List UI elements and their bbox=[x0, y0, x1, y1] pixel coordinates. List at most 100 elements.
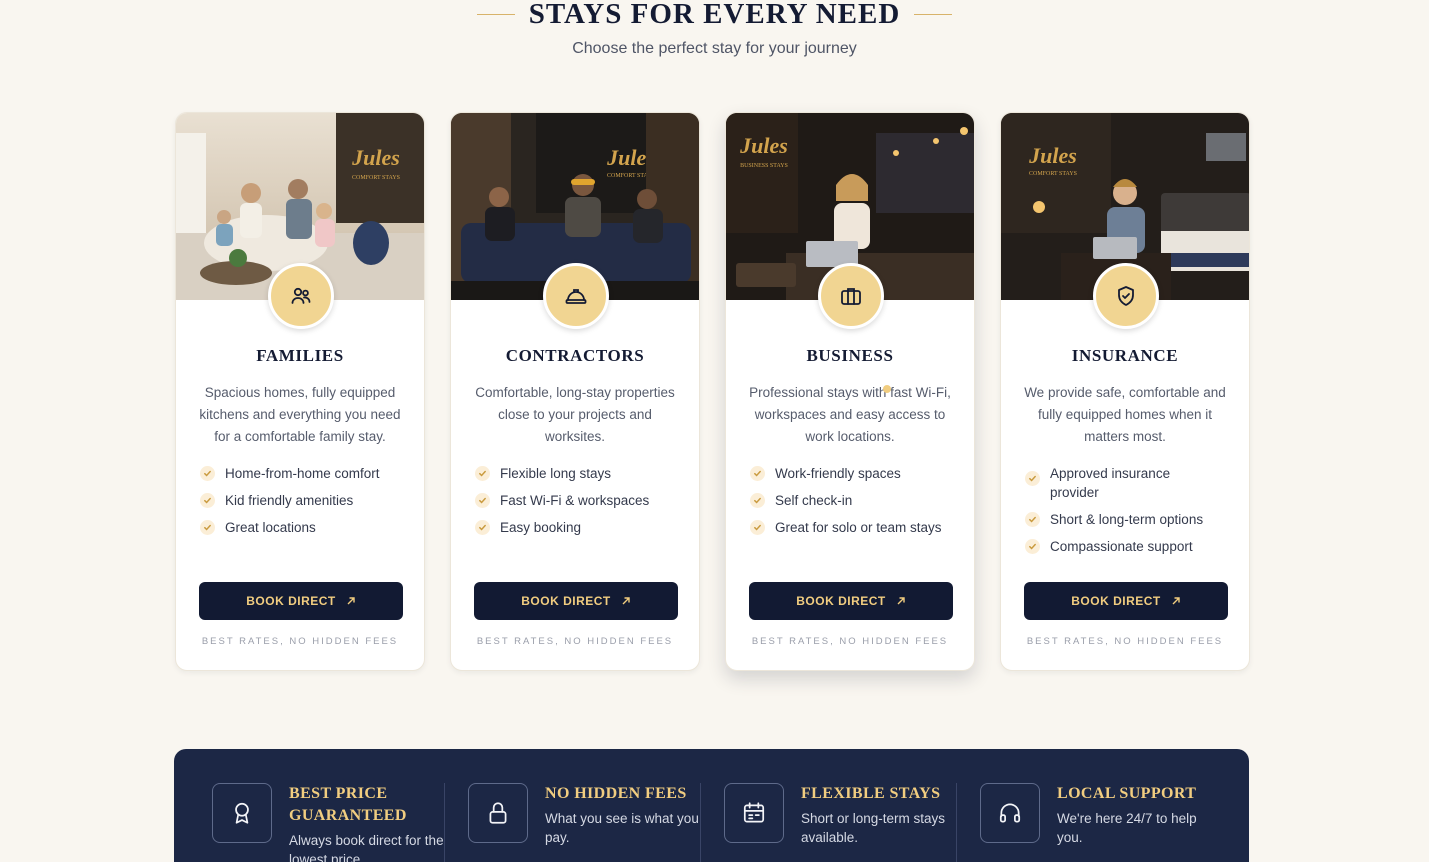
perk-text: FLEXIBLE STAYS Short or long-term stays … bbox=[801, 783, 961, 862]
feature-item: Approved insurance provider bbox=[1025, 464, 1227, 502]
check-icon bbox=[475, 520, 490, 535]
feature-label: Work-friendly spaces bbox=[775, 466, 901, 481]
business-body: BUSINESS Professional stays with fast Wi… bbox=[726, 300, 974, 537]
card-note: BEST RATES, NO HIDDEN FEES bbox=[201, 636, 399, 647]
svg-text:COMFORT STAYS: COMFORT STAYS bbox=[1029, 171, 1077, 177]
check-icon bbox=[475, 466, 490, 481]
feature-label: Home-from-home comfort bbox=[225, 466, 380, 481]
award-icon bbox=[235, 802, 249, 824]
feature-label: Flexible long stays bbox=[500, 466, 612, 481]
contractors-badge bbox=[543, 263, 609, 329]
hard-hat-icon bbox=[565, 289, 587, 304]
card-insurance: Jules COMFORT STAYS INSURANCE We provide… bbox=[1000, 112, 1250, 671]
svg-text:COMFORT STAYS: COMFORT STAYS bbox=[352, 175, 400, 181]
feature-label: Compassionate support bbox=[1050, 539, 1193, 554]
section-title: STAYS FOR EVERY NEED bbox=[528, 0, 901, 30]
check-icon bbox=[1025, 471, 1040, 486]
feature-item: Self check-in bbox=[750, 491, 952, 510]
feature-item: Home-from-home comfort bbox=[200, 464, 402, 483]
button-label: BOOK DIRECT bbox=[521, 594, 611, 608]
arrow-up-right-icon bbox=[1172, 597, 1180, 605]
perk-icon-box bbox=[724, 783, 784, 843]
svg-text:Jules: Jules bbox=[351, 145, 400, 170]
feature-label: Approved insurance provider bbox=[1050, 466, 1171, 500]
card-contractors: Jules COMFORT STAYS CONTRACTORS Comforta… bbox=[450, 112, 700, 671]
check-icon bbox=[475, 493, 490, 508]
card-note: BEST RATES, NO HIDDEN FEES bbox=[751, 636, 949, 647]
feature-item: Work-friendly spaces bbox=[750, 464, 952, 483]
book-direct-button[interactable]: BOOK DIRECT bbox=[474, 582, 678, 620]
feature-label: Fast Wi-Fi & workspaces bbox=[500, 493, 650, 508]
insurance-footer: BOOK DIRECT BEST RATES, NO HIDDEN FEES bbox=[1024, 582, 1228, 647]
stay-cards: Jules COMFORT STAYS FAMILIES Spacious ho… bbox=[175, 112, 1250, 671]
feature-item: Compassionate support bbox=[1025, 537, 1227, 556]
insurance-badge bbox=[1093, 263, 1159, 329]
feature-label: Kid friendly amenities bbox=[225, 493, 354, 508]
check-icon bbox=[1025, 512, 1040, 527]
check-icon bbox=[750, 493, 765, 508]
perk-title: NO HIDDEN FEES bbox=[545, 785, 687, 802]
button-label: BOOK DIRECT bbox=[246, 594, 336, 608]
cursor-dot bbox=[883, 385, 891, 393]
feature-label: Self check-in bbox=[775, 493, 853, 508]
svg-text:BUSINESS STAYS: BUSINESS STAYS bbox=[740, 163, 788, 169]
check-icon bbox=[200, 520, 215, 535]
families-badge bbox=[268, 263, 334, 329]
feature-list: Approved insurance provider Short & long… bbox=[1023, 464, 1227, 556]
calendar-icon bbox=[743, 802, 765, 823]
section-header: STAYS FOR EVERY NEED Choose the perfect … bbox=[0, 0, 1429, 58]
briefcase-icon bbox=[841, 288, 861, 305]
perk-text: LOCAL SUPPORT We're here 24/7 to help yo… bbox=[1057, 783, 1217, 862]
check-icon bbox=[200, 493, 215, 508]
perk-no-hidden-fees: NO HIDDEN FEES What you see is what you … bbox=[444, 783, 724, 862]
arrow-up-right-icon bbox=[897, 597, 905, 605]
headphones-icon bbox=[999, 803, 1021, 823]
button-label: BOOK DIRECT bbox=[1071, 594, 1161, 608]
insurance-body: INSURANCE We provide safe, comfortable a… bbox=[1001, 300, 1249, 556]
perk-text: NO HIDDEN FEES What you see is what you … bbox=[545, 783, 705, 862]
perk-icon-box bbox=[980, 783, 1040, 843]
book-direct-button[interactable]: BOOK DIRECT bbox=[199, 582, 403, 620]
families-footer: BOOK DIRECT BEST RATES, NO HIDDEN FEES bbox=[199, 582, 403, 647]
card-title: CONTRACTORS bbox=[505, 346, 645, 365]
feature-label: Easy booking bbox=[500, 520, 582, 535]
shield-check-icon bbox=[1118, 286, 1134, 306]
feature-item: Great for solo or team stays bbox=[750, 518, 952, 537]
feature-list: Flexible long stays Fast Wi-Fi & workspa… bbox=[473, 464, 677, 537]
card-description: We provide safe, comfortable and fully e… bbox=[1024, 385, 1226, 444]
perk-description: What you see is what you pay. bbox=[545, 811, 699, 845]
button-label: BOOK DIRECT bbox=[796, 594, 886, 608]
feature-item: Kid friendly amenities bbox=[200, 491, 402, 510]
feature-item: Flexible long stays bbox=[475, 464, 677, 483]
check-icon bbox=[200, 466, 215, 481]
contractors-footer: BOOK DIRECT BEST RATES, NO HIDDEN FEES bbox=[474, 582, 678, 647]
card-families: Jules COMFORT STAYS FAMILIES Spacious ho… bbox=[175, 112, 425, 671]
svg-text:Jules: Jules bbox=[739, 133, 788, 158]
perks-bar: BEST PRICE GUARANTEED Always book direct… bbox=[174, 749, 1249, 862]
lock-icon bbox=[489, 802, 507, 824]
families-body: FAMILIES Spacious homes, fully equipped … bbox=[176, 300, 424, 537]
card-description: Professional stays with fast Wi-Fi, work… bbox=[749, 385, 951, 444]
card-note: BEST RATES, NO HIDDEN FEES bbox=[1026, 636, 1224, 647]
title-row: STAYS FOR EVERY NEED bbox=[0, 0, 1429, 30]
section-subtitle: Choose the perfect stay for your journey bbox=[572, 40, 857, 57]
feature-label: Great for solo or team stays bbox=[775, 520, 942, 535]
perk-description: Always book direct for the lowest price. bbox=[289, 833, 444, 862]
perk-icon-box bbox=[212, 783, 272, 843]
card-description: Spacious homes, fully equipped kitchens … bbox=[199, 385, 401, 444]
check-icon bbox=[1025, 539, 1040, 554]
book-direct-button[interactable]: BOOK DIRECT bbox=[1024, 582, 1228, 620]
perk-description: Short or long-term stays available. bbox=[801, 811, 946, 845]
feature-item: Fast Wi-Fi & workspaces bbox=[475, 491, 677, 510]
perk-text: BEST PRICE GUARANTEED Always book direct… bbox=[289, 783, 449, 862]
feature-item: Great locations bbox=[200, 518, 402, 537]
arrow-up-right-icon bbox=[347, 597, 355, 605]
perk-flexible-stays: FLEXIBLE STAYS Short or long-term stays … bbox=[700, 783, 980, 862]
family-icon bbox=[291, 287, 311, 304]
book-direct-button[interactable]: BOOK DIRECT bbox=[749, 582, 953, 620]
business-badge bbox=[818, 263, 884, 329]
feature-item: Easy booking bbox=[475, 518, 677, 537]
svg-text:Jules: Jules bbox=[1028, 143, 1077, 168]
arrow-up-right-icon bbox=[622, 597, 630, 605]
perk-title: BEST PRICE GUARANTEED bbox=[289, 785, 407, 824]
